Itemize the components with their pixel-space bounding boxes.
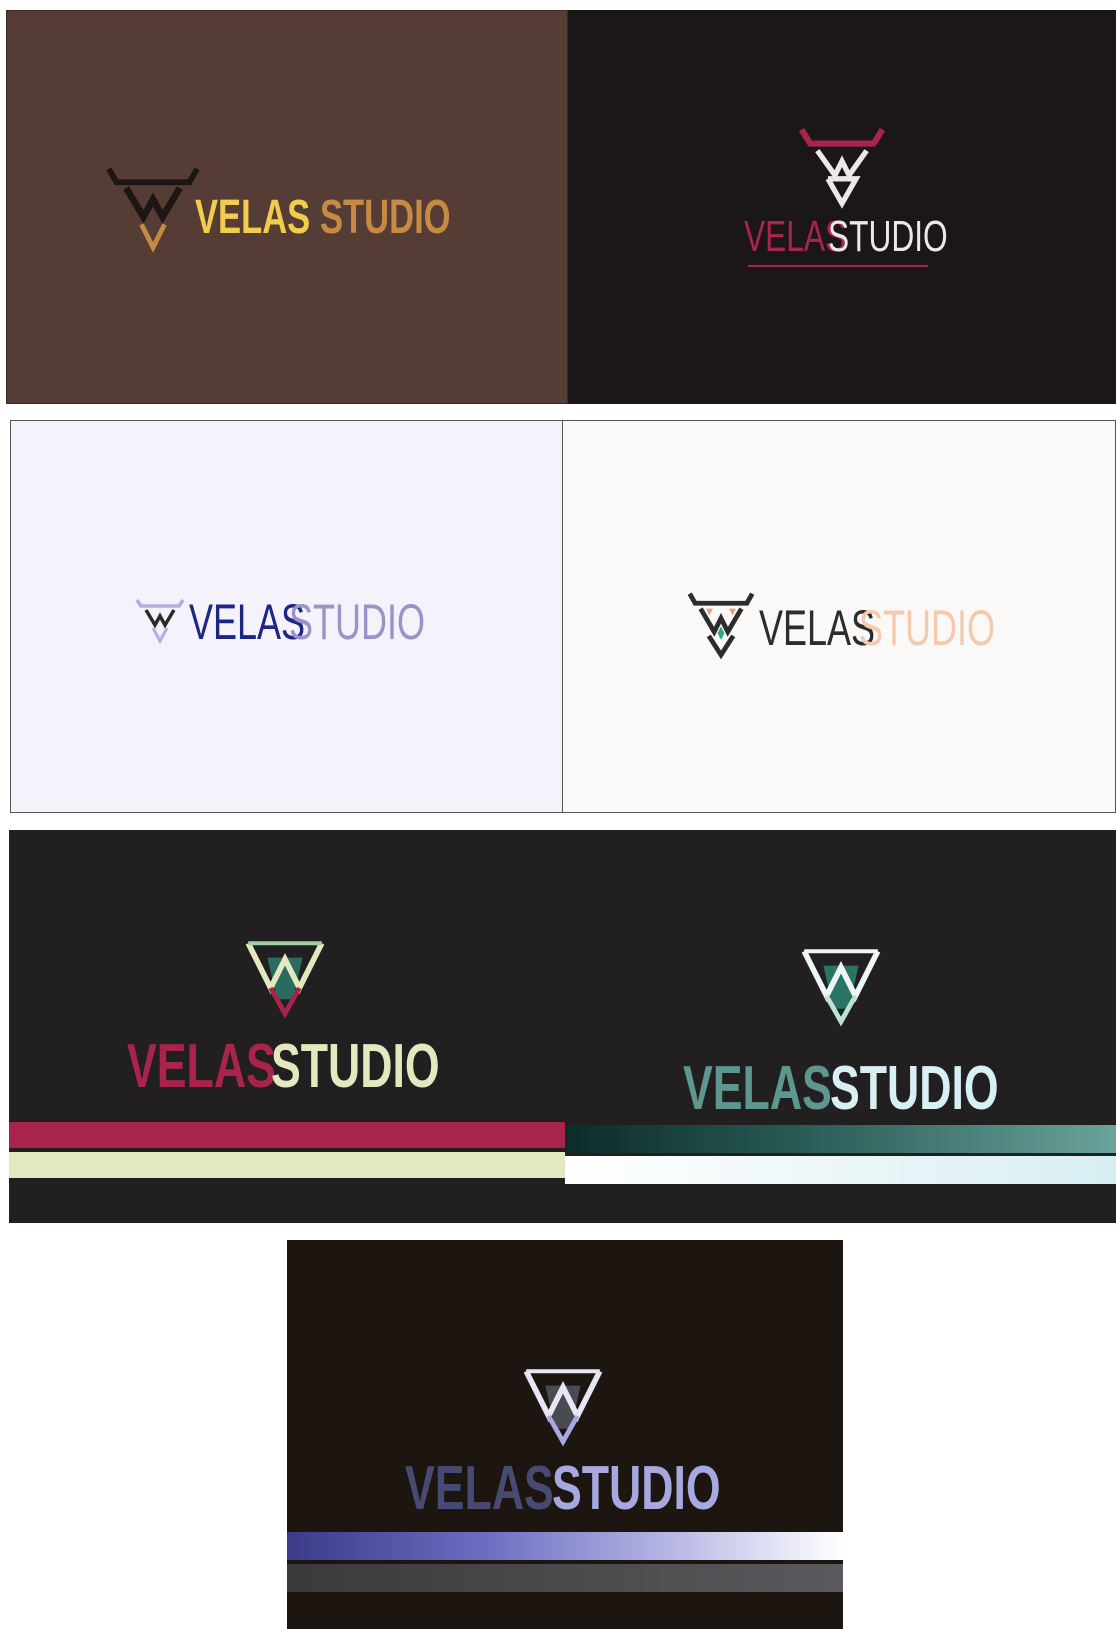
wordmark-studio: STUDIO	[289, 594, 426, 650]
velas-logo-icon	[801, 949, 881, 1027]
card-cream: VELAS STUDIO	[563, 420, 1116, 813]
velas-logo-icon	[523, 1369, 603, 1447]
stripe-cream	[9, 1152, 565, 1178]
card-brown: VELAS STUDIO	[6, 10, 568, 404]
wordmark-velas: VELAS	[189, 594, 306, 650]
wordmark-velas: VELAS	[195, 191, 311, 244]
underline-rule	[748, 265, 928, 267]
wordmark-velas: VELAS	[127, 1032, 276, 1101]
wordmark-velas: VELAS	[683, 1054, 832, 1123]
velas-logo-icon	[245, 941, 325, 1019]
wordmark-studio: STUDIO	[859, 600, 996, 656]
card-lavender: VELAS STUDIO	[10, 420, 563, 813]
wordmark-studio: STUDIO	[271, 1032, 440, 1101]
velas-logo-icon	[798, 127, 886, 209]
wordmark-studio: STUDIO	[830, 1054, 999, 1123]
wordmark-studio: STUDIO	[320, 191, 451, 244]
velas-logo-icon	[106, 167, 200, 253]
stripe-red	[9, 1122, 565, 1148]
velas-logo-icon	[687, 592, 755, 660]
stripe-violet-gradient	[287, 1532, 843, 1560]
stripe-grey-gradient	[287, 1564, 843, 1592]
stripe-teal-gradient	[565, 1125, 1116, 1153]
velas-logo-icon	[135, 599, 185, 645]
wordmark-velas: VELAS	[405, 1454, 554, 1523]
wordmark-studio: STUDIO	[552, 1454, 721, 1523]
card-dark-teal: VELAS STUDIO	[565, 830, 1116, 1223]
wordmark-velas: VELAS	[759, 600, 876, 656]
card-dark-red-cream: VELAS STUDIO	[9, 830, 565, 1223]
wordmark-studio: STUDIO	[828, 212, 948, 261]
card-black-red: VELAS STUDIO	[568, 10, 1116, 404]
stripe-ice-gradient	[565, 1156, 1116, 1184]
card-dark-violet: VELAS STUDIO	[287, 1240, 843, 1629]
